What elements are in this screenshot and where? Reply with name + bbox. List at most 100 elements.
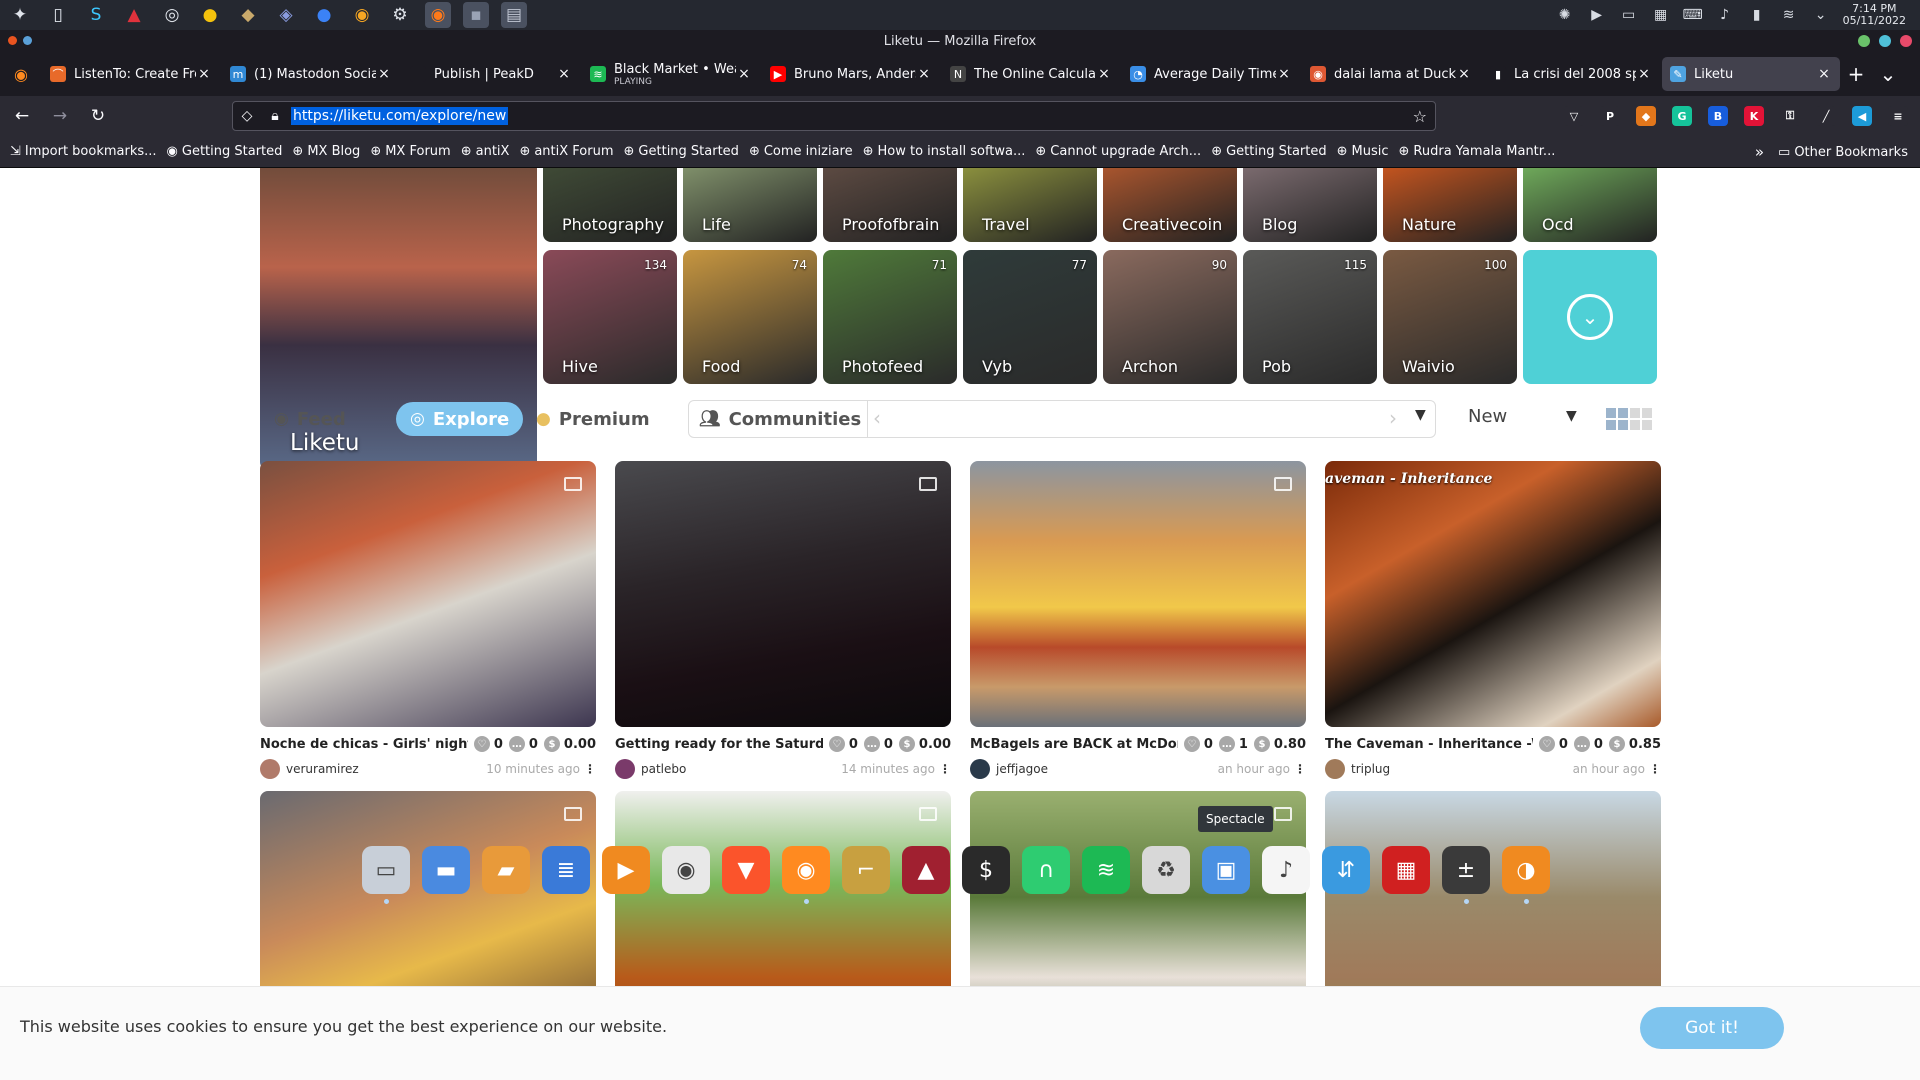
headphones-icon[interactable]: ∩ bbox=[1022, 846, 1070, 894]
package-icon[interactable]: ⇵ bbox=[1322, 846, 1370, 894]
close-tab-icon[interactable]: × bbox=[556, 66, 572, 82]
bookmark-item[interactable]: ⊕ Cannot upgrade Arch... bbox=[1035, 144, 1201, 159]
post-card[interactable]: aveman - Inheritance The Caveman - Inheri… bbox=[1325, 461, 1661, 779]
bookmark-item[interactable]: ⇲ Import bookmarks... bbox=[10, 144, 157, 159]
post-likes[interactable]: ♡ 0 bbox=[828, 736, 858, 752]
category-tile[interactable]: Nature bbox=[1383, 168, 1517, 242]
key-icon[interactable]: ⚿ bbox=[1780, 106, 1800, 126]
category-tile[interactable]: 134 Hive bbox=[543, 250, 677, 384]
more-options-icon[interactable]: ⋮ bbox=[1649, 762, 1661, 776]
url-bar[interactable]: ◇ 🔒︎ https://liketu.com/explore/new ☆ bbox=[232, 101, 1436, 131]
tracking-shield-icon[interactable]: ◇ bbox=[233, 108, 261, 124]
author-name[interactable]: jeffjagoe bbox=[996, 762, 1218, 776]
post-comments[interactable]: … 0 bbox=[1573, 736, 1603, 752]
text-editor-icon[interactable]: ≣ bbox=[542, 846, 590, 894]
more-options-icon[interactable]: ⋮ bbox=[584, 762, 596, 776]
calculator-dock-icon[interactable]: ± bbox=[1442, 846, 1490, 904]
communities-tab[interactable]: 👥︎ Communities bbox=[699, 401, 861, 437]
guitar-icon[interactable]: ♪ bbox=[1262, 846, 1310, 894]
new-tab-button[interactable]: + bbox=[1840, 58, 1872, 90]
forward-button[interactable]: → bbox=[44, 100, 76, 132]
bookmark-item[interactable]: ⊕ Rudra Yamala Mantr... bbox=[1399, 144, 1556, 159]
caret-down-icon[interactable]: ▼ bbox=[1415, 407, 1426, 423]
post-comments[interactable]: … 0 bbox=[508, 736, 538, 752]
window-menu-dots[interactable] bbox=[8, 36, 38, 45]
category-tile[interactable]: Proofofbrain bbox=[823, 168, 957, 242]
browser-tab[interactable]: ◉ dalai lama at DuckD × bbox=[1302, 57, 1480, 91]
post-image[interactable]: aveman - Inheritance bbox=[1325, 461, 1661, 727]
post-image[interactable] bbox=[970, 461, 1306, 727]
chevron-left-icon[interactable]: ‹ bbox=[873, 406, 881, 430]
minimize-button[interactable] bbox=[1858, 35, 1870, 47]
metamask-icon[interactable]: ◆ bbox=[1636, 106, 1656, 126]
browser-tab[interactable]: ▶ Bruno Mars, Anders × bbox=[762, 57, 940, 91]
grammar-icon[interactable]: G bbox=[1672, 106, 1692, 126]
author-name[interactable]: patlebo bbox=[641, 762, 841, 776]
hive-keychain-icon[interactable]: K bbox=[1744, 106, 1764, 126]
keyboard-dock-icon[interactable]: ▦ bbox=[1382, 846, 1430, 894]
close-tab-icon[interactable]: × bbox=[376, 66, 392, 82]
maximize-button[interactable] bbox=[1879, 35, 1891, 47]
post-likes[interactable]: ♡ 0 bbox=[1183, 736, 1213, 752]
usb-icon[interactable]: ⚙ bbox=[387, 2, 413, 28]
category-tile[interactable]: Creativecoin bbox=[1103, 168, 1237, 242]
grid-view-icon[interactable] bbox=[1606, 408, 1628, 430]
sort-caret-icon[interactable]: ▼ bbox=[1566, 408, 1577, 424]
category-tile[interactable]: 74 Food bbox=[683, 250, 817, 384]
large-view-icon[interactable] bbox=[1630, 408, 1652, 430]
bookmark-item[interactable]: ⊕ antiX Forum bbox=[519, 144, 613, 159]
wifi-icon[interactable]: ≋ bbox=[1777, 3, 1801, 27]
close-tab-icon[interactable]: × bbox=[916, 66, 932, 82]
bookmarks-chevron-icon[interactable]: » bbox=[1755, 143, 1764, 161]
post-title[interactable]: Getting ready for the Saturda... bbox=[615, 737, 823, 752]
browser-tab[interactable]: m (1) Mastodon Social × bbox=[222, 57, 400, 91]
premium-tab[interactable]: ● Premium bbox=[522, 402, 664, 436]
brush-ext-icon[interactable]: ╱ bbox=[1816, 106, 1836, 126]
url-text[interactable]: https://liketu.com/explore/new bbox=[291, 107, 509, 125]
bitwarden-icon[interactable]: B bbox=[1708, 106, 1728, 126]
category-tile[interactable]: Life bbox=[683, 168, 817, 242]
browser-tab[interactable]: ✎ Liketu × bbox=[1662, 57, 1840, 91]
pin-dot-icon[interactable] bbox=[23, 36, 32, 45]
close-tab-icon[interactable]: × bbox=[1096, 66, 1112, 82]
bookmark-item[interactable]: ⊕ MX Forum bbox=[370, 144, 450, 159]
ublock-icon[interactable]: ◀ bbox=[1852, 106, 1872, 126]
browser-tab[interactable]: ≋ Black Market • Wea PLAYING × bbox=[582, 57, 760, 91]
affinity-dock-icon[interactable]: ▲ bbox=[902, 846, 950, 894]
close-tab-icon[interactable]: × bbox=[1456, 66, 1472, 82]
post-image[interactable] bbox=[260, 461, 596, 727]
expand-categories-button[interactable]: ⌄ bbox=[1523, 250, 1657, 384]
firefox-icon[interactable]: ◉ bbox=[425, 2, 451, 28]
folder-icon[interactable]: ▰ bbox=[482, 846, 530, 894]
firefox-dock-icon[interactable]: ◉ bbox=[782, 846, 830, 904]
aperture-icon[interactable]: ◎ bbox=[159, 2, 185, 28]
close-tab-icon[interactable]: × bbox=[1276, 66, 1292, 82]
menu-dot-icon[interactable] bbox=[8, 36, 17, 45]
post-comments[interactable]: … 1 bbox=[1218, 736, 1248, 752]
communities-selector[interactable]: 👥︎ Communities ‹ › ▼ bbox=[688, 400, 1436, 438]
scanner-icon[interactable]: ⌐ bbox=[842, 846, 890, 894]
brush-icon[interactable]: ◈ bbox=[273, 2, 299, 28]
feed-tab[interactable]: ◉ Feed bbox=[260, 402, 360, 436]
affinity-icon[interactable]: ▲ bbox=[121, 2, 147, 28]
close-tab-icon[interactable]: × bbox=[1816, 66, 1832, 82]
category-tile[interactable]: 90 Archon bbox=[1103, 250, 1237, 384]
post-title[interactable]: Noche de chicas - Girls' night ... bbox=[260, 737, 468, 752]
bookmark-item[interactable]: ⊕ Getting Started bbox=[624, 144, 739, 159]
peakd-ext-icon[interactable]: P bbox=[1600, 106, 1620, 126]
category-tile[interactable]: 77 Vyb bbox=[963, 250, 1097, 384]
lock-icon[interactable]: 🔒︎ bbox=[261, 108, 289, 124]
post-likes[interactable]: ♡ 0 bbox=[473, 736, 503, 752]
post-title[interactable]: The Caveman - Inheritance -W... bbox=[1325, 737, 1533, 752]
post-card[interactable]: McBagels are BACK at McDon... ♡ 0 … 1 $0.80 je… bbox=[970, 461, 1306, 779]
browser-tab[interactable]: ⌒ ListenTo: Create Fre × bbox=[42, 57, 220, 91]
more-options-icon[interactable]: ⋮ bbox=[939, 762, 951, 776]
clock[interactable]: 7:14 PM 05/11/2022 bbox=[1843, 3, 1906, 27]
browser-tab[interactable]: ◔ Average Daily Time × bbox=[1122, 57, 1300, 91]
media-icon[interactable]: ▶ bbox=[1585, 3, 1609, 27]
display-icon[interactable]: ▬ bbox=[422, 846, 470, 894]
browser-tab[interactable]: ▮ La crisi del 2008 spi × bbox=[1482, 57, 1660, 91]
bookmark-item[interactable]: ⊕ Come iniziare bbox=[749, 144, 853, 159]
bookmark-item[interactable]: ⊕ MX Blog bbox=[292, 144, 360, 159]
avatar[interactable] bbox=[615, 759, 635, 779]
